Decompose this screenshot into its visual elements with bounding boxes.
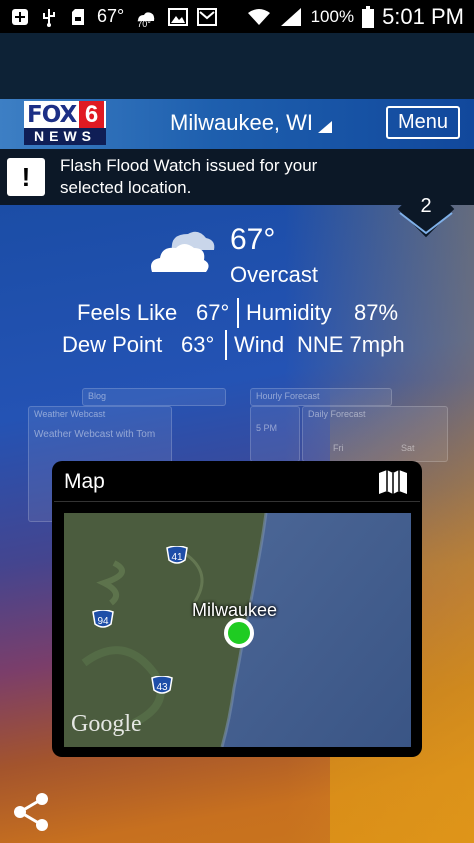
highway-94-icon: 94 (92, 610, 114, 628)
clock: 5:01 PM (382, 3, 464, 29)
highway-43-icon: 43 (151, 676, 173, 694)
humidity-label: Humidity (246, 300, 332, 325)
map-view[interactable]: 41 94 43 Milwaukee Google (64, 513, 411, 747)
feels-like-value: 67° (196, 300, 230, 325)
blog-tile: Blog (82, 388, 226, 406)
weather-icon: 70° (133, 7, 159, 29)
highway-41-icon: 41 (166, 546, 188, 564)
wind-value: NNE 7mph (297, 332, 405, 357)
hourly-tile: 5 PM (250, 406, 300, 462)
logo-news-text: NEWS (24, 128, 106, 145)
alert-text[interactable]: Flash Flood Watch issued for your select… (60, 155, 360, 199)
current-condition: Overcast (230, 262, 319, 287)
hourly-forecast-tile: Hourly Forecast (250, 388, 392, 406)
sd-card-icon (68, 7, 88, 27)
location-selector[interactable]: Milwaukee, WI (170, 110, 313, 136)
image-icon (168, 7, 189, 27)
highway-43-label: 43 (156, 682, 168, 693)
dew-point-label: Dew Point (62, 332, 163, 357)
mail-icon (197, 7, 218, 27)
top-band (0, 33, 474, 99)
usb-icon (39, 7, 59, 27)
cloud-icon (151, 231, 215, 272)
battery-icon (362, 5, 375, 28)
logo-fox-text: FOX (27, 102, 77, 128)
feels-like-label: Feels Like (77, 300, 178, 325)
status-bar: 67° 70° 100% 5:01 PM (0, 0, 474, 33)
highway-94-label: 94 (97, 616, 109, 627)
logo-number: 6 (79, 101, 104, 128)
location-dropdown-arrow-icon[interactable] (318, 121, 332, 133)
wifi-icon (247, 7, 271, 27)
add-icon (10, 7, 30, 27)
map-icon[interactable] (378, 469, 408, 495)
highway-41-label: 41 (171, 552, 183, 563)
status-temperature: 67° (97, 6, 125, 26)
status-temp-small: 70° (137, 18, 151, 29)
google-attribution: Google (71, 711, 142, 737)
alert-icon: ! (7, 158, 45, 196)
stat-divider (225, 330, 227, 360)
wind-label: Wind (234, 332, 285, 357)
stat-divider (237, 298, 239, 328)
map-title: Map (64, 470, 105, 493)
fox6-logo[interactable]: FOX 6 NEWS (24, 101, 106, 146)
current-temperature: 67° (230, 223, 276, 256)
alert-chevron-icon[interactable] (398, 203, 454, 235)
location-marker[interactable] (224, 618, 254, 648)
map-card[interactable]: Map 41 94 43 Milwaukee Google (52, 461, 422, 757)
battery-percent: 100% (310, 6, 355, 26)
app-header: FOX 6 NEWS Milwaukee, WI Menu (0, 99, 474, 149)
humidity-value: 87% (354, 300, 399, 325)
menu-button[interactable]: Menu (386, 106, 460, 139)
signal-icon (279, 7, 303, 27)
share-icon[interactable] (12, 792, 52, 832)
daily-forecast-tile: Daily Forecast Fri Sat (302, 406, 448, 462)
dew-point-value: 63° (181, 332, 215, 357)
